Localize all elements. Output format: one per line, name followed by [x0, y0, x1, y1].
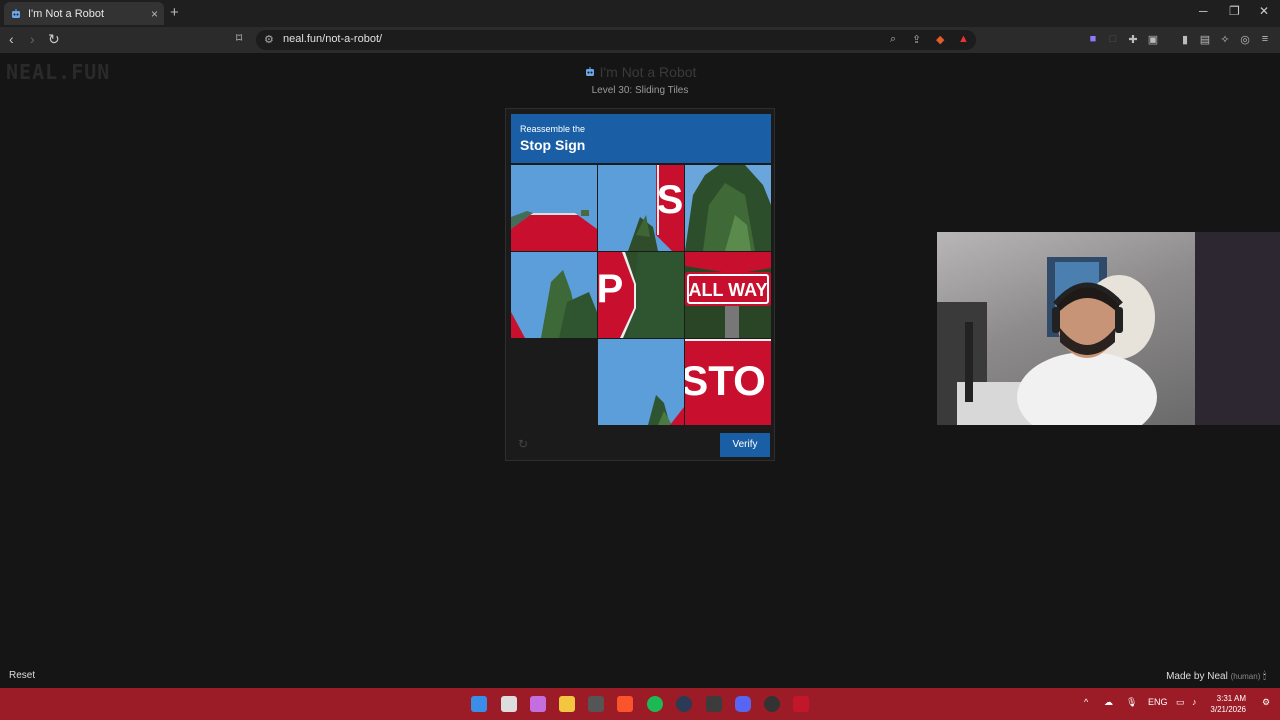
page-title-text: I'm Not a Robot [599, 64, 697, 80]
robot-icon [584, 65, 596, 77]
tile-letter: S [657, 178, 684, 222]
chrome-icon[interactable] [764, 696, 780, 712]
made-by-note: (human) [1230, 672, 1261, 681]
webcam-person [937, 257, 1157, 425]
taskbar: ^ ☁ 🎙 ENG ▭ ♪ 3:31 AM 3/21/2026 ⚙ [0, 688, 1280, 720]
wallet-icon[interactable]: ▣ [1146, 32, 1160, 46]
puzzle-tile[interactable] [511, 165, 597, 251]
zoom-icon[interactable]: ⌕ [890, 33, 896, 46]
url-text: neal.fun/not-a-robot/ [283, 33, 383, 45]
puzzle-tile[interactable] [598, 339, 684, 425]
cloud-icon[interactable]: ☁ [1104, 697, 1113, 708]
extension-icon[interactable]: □ [1106, 32, 1120, 46]
sidebar-icon[interactable]: ▮ [1178, 32, 1192, 46]
file-explorer-icon[interactable] [559, 696, 575, 712]
made-by-text: Made by Neal [1166, 671, 1228, 682]
address-bar[interactable]: ⚙ neal.fun/not-a-robot/ ⌕ ⇪ ◆ ▲ [256, 30, 976, 50]
discord-icon[interactable] [735, 696, 751, 712]
reset-button[interactable]: Reset [9, 670, 35, 681]
browser-toolbar: ‹ › ↻ ⌑ ⚙ neal.fun/not-a-robot/ ⌕ ⇪ ◆ ▲ … [0, 27, 1280, 53]
volume-icon[interactable]: ♪ [1192, 697, 1197, 707]
puzzle-tile[interactable] [685, 165, 771, 251]
clock-date: 3/21/2026 [1210, 705, 1246, 714]
made-by-credit[interactable]: Made by Neal (human) 🕯 [1166, 671, 1266, 682]
close-tab-icon[interactable]: × [151, 7, 158, 21]
level-subtitle: Level 30: Sliding Tiles [591, 85, 689, 96]
puzzle-tile[interactable]: P [598, 252, 684, 338]
network-icon[interactable]: ▭ [1176, 697, 1185, 708]
task-view-icon[interactable] [501, 696, 517, 712]
minimize-icon[interactable]: ─ [1199, 4, 1208, 18]
clapperboard-icon[interactable] [588, 696, 604, 712]
windows-start-icon[interactable] [471, 696, 487, 712]
share-icon[interactable]: ⇪ [912, 33, 921, 46]
puzzle-icon[interactable]: ✚ [1126, 32, 1140, 46]
tile-letter: STO [685, 357, 766, 404]
restore-icon[interactable]: ❐ [1229, 4, 1240, 18]
language-indicator[interactable]: ENG [1148, 697, 1168, 707]
captcha-header: Reassemble the Stop Sign [511, 114, 771, 163]
settings-icon[interactable]: ⚙ [1262, 697, 1270, 708]
brave-icon[interactable] [617, 696, 633, 712]
wallet-icon[interactable]: ▤ [1198, 32, 1212, 46]
window-close-icon[interactable]: ✕ [1259, 4, 1269, 18]
puzzle-tile[interactable]: STO [685, 339, 771, 425]
lamp-icon: 🕯 [1263, 671, 1266, 682]
robot-icon [10, 8, 22, 20]
verify-button[interactable]: Verify [720, 433, 770, 457]
leo-icon[interactable]: ✧ [1218, 32, 1232, 46]
tray-chevron-icon[interactable]: ^ [1084, 697, 1088, 707]
captcha-widget: Reassemble the Stop Sign S P ALL WAY STO [505, 108, 775, 461]
back-icon[interactable]: ‹ [9, 31, 14, 47]
tab-title: I'm Not a Robot [28, 7, 105, 20]
app-icon[interactable] [793, 696, 809, 712]
new-tab-button[interactable]: + [170, 4, 179, 21]
tab-bar: I'm Not a Robot × + ─ ❐ ✕ [0, 0, 1280, 27]
menu-icon[interactable]: ≡ [1258, 32, 1272, 46]
system-clock[interactable]: 3:31 AM 3/21/2026 [1210, 693, 1246, 715]
webcam-overlay [937, 232, 1195, 425]
tile-grid: S P ALL WAY STO [511, 165, 771, 425]
refresh-icon[interactable]: ↻ [518, 437, 528, 451]
brave-shield-icon[interactable]: ◆ [936, 33, 944, 46]
vpn-icon[interactable]: ◎ [1238, 32, 1252, 46]
puzzle-tile[interactable] [511, 252, 597, 338]
puzzle-tile[interactable]: S [598, 165, 684, 251]
page-title: I'm Not a Robot [0, 64, 1280, 80]
tab-active[interactable]: I'm Not a Robot × [4, 2, 164, 25]
spotify-icon[interactable] [647, 696, 663, 712]
microphone-icon[interactable]: 🎙 [1126, 697, 1137, 708]
tile-letter: P [598, 267, 623, 311]
empty-slot [511, 339, 597, 425]
puzzle-tile[interactable]: ALL WAY [685, 252, 771, 338]
site-info-icon[interactable]: ⚙ [264, 33, 274, 46]
clock-time: 3:31 AM [1216, 694, 1246, 703]
copilot-icon[interactable] [530, 696, 546, 712]
extension-icon[interactable]: ■ [1086, 32, 1100, 46]
forward-icon[interactable]: › [30, 31, 35, 47]
captcha-target: Stop Sign [520, 137, 586, 153]
captcha-prompt: Reassemble the [520, 124, 586, 134]
obs-icon[interactable] [706, 696, 722, 712]
bookmark-icon[interactable]: ⌑ [236, 31, 242, 45]
background-room [1195, 232, 1280, 425]
reload-icon[interactable]: ↻ [48, 31, 60, 48]
tile-label: ALL WAY [688, 280, 767, 300]
brave-rewards-icon[interactable]: ▲ [958, 33, 969, 45]
app-icon[interactable] [676, 696, 692, 712]
